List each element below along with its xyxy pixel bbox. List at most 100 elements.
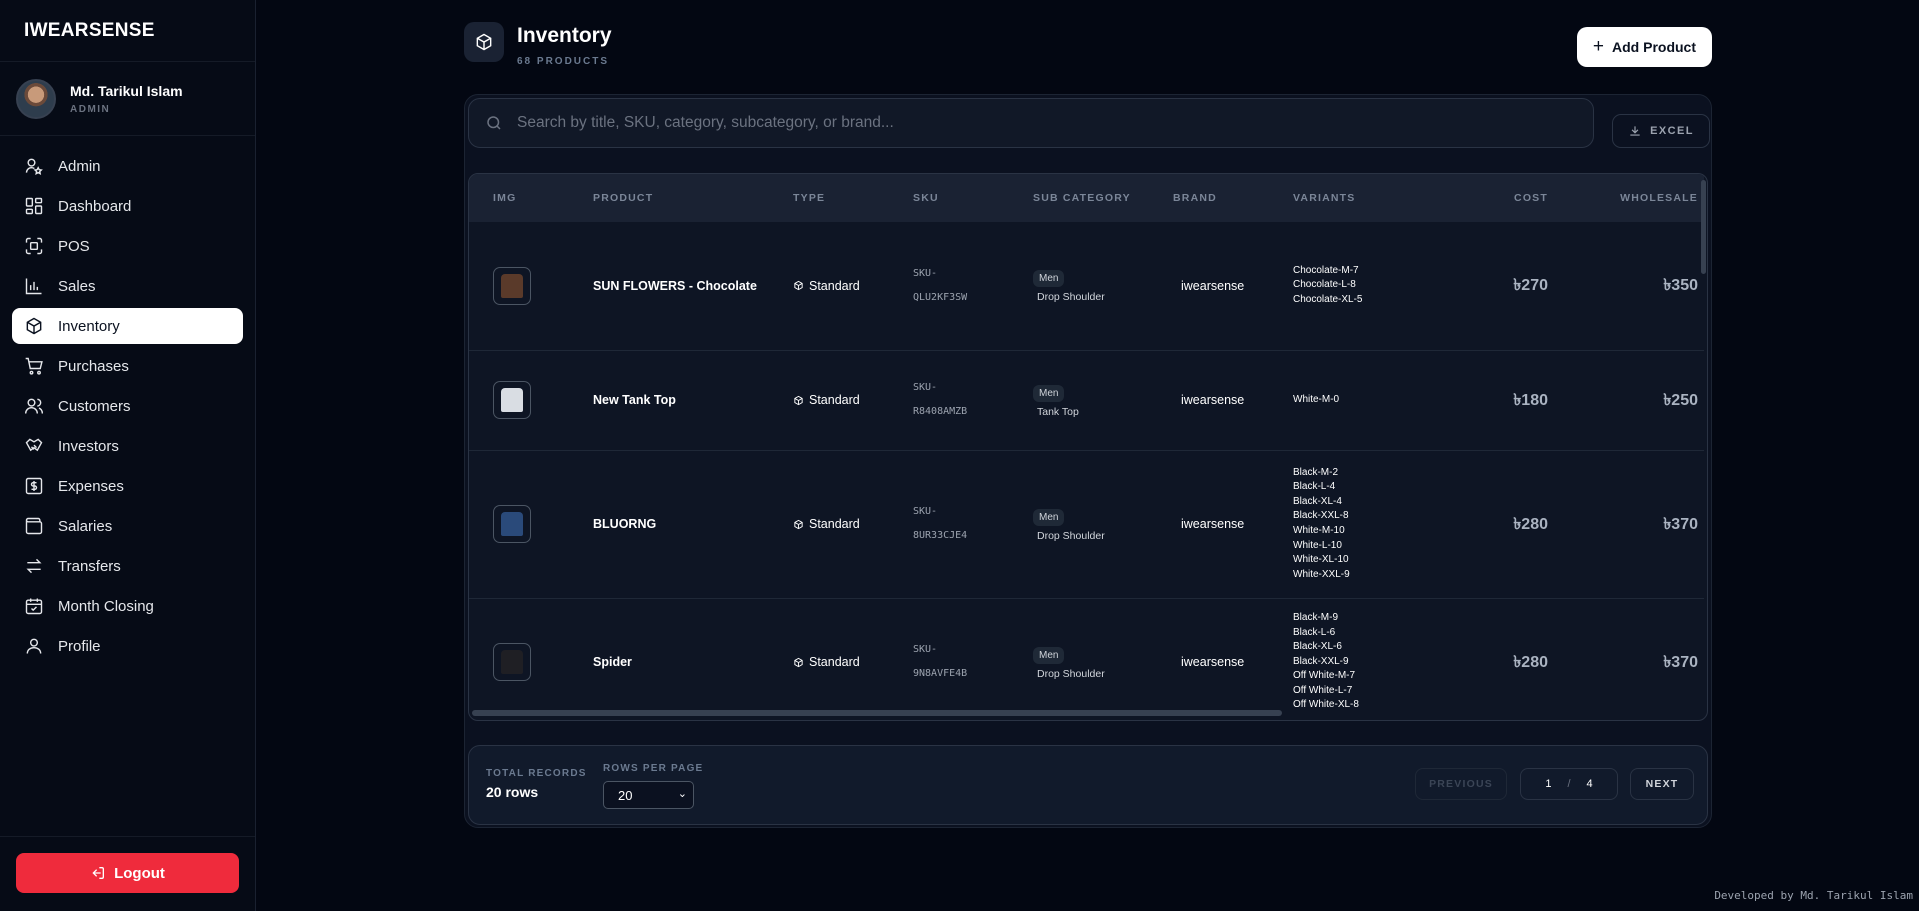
type-label: Standard (809, 278, 860, 293)
col-subcategory: SUB CATEGORY (1033, 192, 1131, 204)
table-row[interactable]: BLUORNG Standard SKU- 8UR33CJE4 Men Drop Shou… (469, 450, 1704, 598)
sku-code: 8UR33CJE4 (913, 530, 968, 541)
user-name: Md. Tarikul Islam (70, 82, 183, 99)
col-sku: SKU (913, 192, 939, 204)
sidebar-item-investors[interactable]: Investors (12, 428, 243, 464)
product-type: Standard (793, 517, 889, 531)
rows-per-page-value: 20 (618, 787, 633, 803)
sidebar-item-sales[interactable]: Sales (12, 268, 243, 304)
add-product-button[interactable]: + Add Product (1576, 27, 1712, 67)
type-label: Standard (809, 517, 860, 531)
sku-prefix: SKU- (913, 644, 938, 655)
sidebar-item-label: Expenses (58, 477, 124, 495)
variant-item: Off White-M-7 (1293, 670, 1356, 682)
sidebar-item-admin[interactable]: Admin (12, 148, 243, 184)
pagination-footer: TOTAL RECORDS 20 rows ROWS PER PAGE 20 ⌄… (468, 745, 1708, 825)
subcategory: Drop Shoulder (1037, 529, 1105, 542)
inventory-table: IMG PRODUCT TYPE SKU SUB CATEGORY BRAND … (468, 173, 1708, 721)
bar-chart-icon (24, 276, 44, 296)
sidebar-item-label: POS (58, 237, 90, 255)
variant-list: Black-M-9 Black-L-6 Black-XL-6 Black-XXL-9 O… (1293, 611, 1409, 713)
sidebar-item-transfers[interactable]: Transfers (12, 548, 243, 584)
variant-item: Black-XL-6 (1293, 641, 1342, 653)
page-title: Inventory (517, 24, 612, 47)
sidebar: IWEARSENSE Md. Tarikul Islam ADMIN Admin… (0, 0, 256, 911)
users-icon (24, 396, 44, 416)
vertical-scrollbar[interactable] (1701, 180, 1706, 274)
col-cost: COST (1514, 192, 1548, 204)
horizontal-scrollbar[interactable] (472, 710, 1282, 716)
sidebar-item-salaries[interactable]: Salaries (12, 508, 243, 544)
product-sku: SKU- 8UR33CJE4 (913, 500, 1009, 548)
variant-item: Black-XL-4 (1293, 495, 1342, 507)
page-indicator: 1 / 4 (1520, 768, 1618, 800)
wholesale-value: ৳370 (1663, 515, 1698, 533)
sidebar-item-month-closing[interactable]: Month Closing (12, 588, 243, 624)
wallet-icon (24, 516, 44, 536)
rows-per-page-select[interactable]: 20 ⌄ (603, 781, 694, 809)
product-type: Standard (793, 655, 889, 669)
col-variants: VARIANTS (1293, 192, 1356, 204)
variant-item: White-L-10 (1293, 539, 1342, 551)
product-type: Standard (793, 393, 889, 407)
total-records-value: 20 rows (486, 784, 539, 800)
variant-item: Chocolate-L-8 (1293, 279, 1356, 291)
logout-button[interactable]: Logout (16, 853, 239, 893)
current-page: 1 (1545, 778, 1552, 790)
col-brand: BRAND (1173, 192, 1217, 204)
variant-item: Off White-L-7 (1293, 684, 1353, 696)
search-input[interactable] (517, 114, 1577, 132)
sidebar-item-purchases[interactable]: Purchases (12, 348, 243, 384)
table-row[interactable]: SUN FLOWERS - Chocolate Standard SKU- QLU2K… (469, 222, 1704, 350)
handshake-icon (24, 436, 44, 456)
product-thumbnail (493, 643, 531, 681)
variant-item: White-M-10 (1293, 525, 1345, 536)
type-label: Standard (809, 393, 860, 407)
wholesale-value: ৳350 (1663, 277, 1698, 295)
sidebar-item-label: Transfers (58, 557, 121, 575)
sidebar-item-label: Admin (58, 157, 101, 175)
sidebar-item-dashboard[interactable]: Dashboard (12, 188, 243, 224)
previous-button[interactable]: PREVIOUS (1415, 768, 1507, 800)
sidebar-item-label: Profile (58, 637, 101, 655)
cost-value: ৳180 (1513, 391, 1548, 409)
page-separator: / (1567, 778, 1571, 790)
variant-item: Off White-XL-8 (1293, 699, 1359, 711)
calendar-icon (24, 596, 44, 616)
variant-item: Black-M-2 (1293, 466, 1339, 478)
excel-export-button[interactable]: EXCEL (1612, 114, 1710, 148)
product-thumbnail (493, 381, 531, 419)
category-badge: Men (1033, 270, 1065, 288)
developer-credit: Developed by Md. Tarikul Islam (1714, 889, 1913, 902)
table-row[interactable]: New Tank Top Standard SKU- R8408AMZB Men Tank… (469, 350, 1704, 450)
search-icon (487, 116, 501, 130)
cost-value: ৳270 (1513, 277, 1548, 295)
subcategory: Drop Shoulder (1037, 291, 1105, 304)
total-pages: 4 (1586, 778, 1593, 790)
logout-label: Logout (114, 864, 165, 882)
cost-value: ৳280 (1513, 515, 1548, 533)
package-icon (794, 657, 803, 667)
table-row[interactable]: Spider Standard SKU- 9N8AVFE4B Men Drop Shoul… (469, 598, 1704, 720)
product-thumbnail (493, 266, 531, 305)
product-sku: SKU- QLU2KF3SW (913, 262, 1009, 310)
user-role: ADMIN (70, 103, 111, 115)
scan-icon (24, 236, 44, 256)
sku-prefix: SKU- (913, 506, 938, 517)
sidebar-item-pos[interactable]: POS (12, 228, 243, 264)
package-icon (24, 316, 44, 336)
sidebar-item-inventory[interactable]: Inventory (12, 308, 243, 344)
subcategory: Tank Top (1037, 405, 1079, 418)
cart-icon (24, 356, 44, 376)
sidebar-item-profile[interactable]: Profile (12, 628, 243, 664)
sidebar-item-expenses[interactable]: Expenses (12, 468, 243, 504)
variant-item: White-XXL-9 (1293, 568, 1350, 580)
next-button[interactable]: NEXT (1630, 768, 1694, 800)
sidebar-item-label: Salaries (58, 517, 113, 535)
product-count: 68 PRODUCTS (517, 56, 610, 67)
sidebar-item-label: Month Closing (58, 597, 154, 615)
sku-prefix: SKU- (913, 267, 938, 279)
package-icon (794, 395, 803, 405)
logout-icon (92, 867, 105, 879)
sidebar-item-customers[interactable]: Customers (12, 388, 243, 424)
